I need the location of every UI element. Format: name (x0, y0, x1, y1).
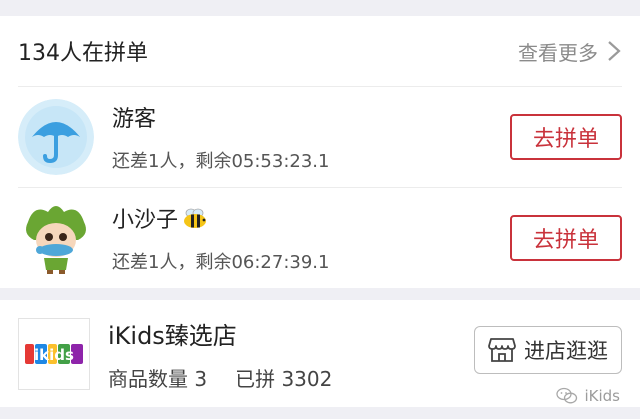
user-name: 游客 (112, 107, 157, 132)
shop-logo-text: ikids (34, 346, 74, 364)
join-group-button[interactable]: 去拼单 (510, 215, 622, 261)
visit-shop-button[interactable]: 进店逛逛 (474, 325, 622, 374)
group-count-title: 134人在拼单 (18, 41, 148, 66)
wechat-logo-icon (556, 387, 578, 404)
user-name: 小沙子 (112, 208, 179, 233)
shop-card: ikids iKids臻选店 商品数量 3 已拼 3302 进店逛逛 (0, 300, 640, 407)
remaining-time-status: 还差1人，剩余06:27:39.1 (112, 252, 330, 273)
join-group-button[interactable]: 去拼单 (510, 114, 622, 160)
store-icon (488, 337, 516, 362)
remaining-time-status: 还差1人，剩余05:53:23.1 (112, 151, 330, 172)
see-more-link[interactable]: 查看更多 (518, 37, 622, 66)
group-row: 小沙子 还差1人，剩余06:27:39.1 去拼单 (18, 188, 622, 288)
visit-shop-label: 进店逛逛 (524, 338, 608, 363)
group-row: 游客 还差1人，剩余05:53:23.1 去拼单 (18, 87, 622, 188)
chevron-right-icon (608, 41, 621, 61)
cartoon-character-avatar (18, 200, 94, 276)
wechat-watermark: iKids (556, 387, 620, 405)
group-header: 134人在拼单 查看更多 (18, 16, 622, 87)
shop-name: iKids臻选店 (108, 321, 237, 350)
watermark-text: iKids (584, 387, 620, 405)
bee-emoji-icon (184, 208, 207, 228)
group-buy-card: 134人在拼单 查看更多 游客 还差1人，剩余05:53:23.1 去拼单 小沙… (0, 16, 640, 288)
shop-logo[interactable]: ikids (18, 317, 90, 390)
umbrella-avatar-icon (18, 99, 94, 175)
sold-count: 已拼 3302 (235, 366, 333, 391)
see-more-label: 查看更多 (518, 40, 598, 65)
product-count: 商品数量 3 (108, 366, 208, 391)
